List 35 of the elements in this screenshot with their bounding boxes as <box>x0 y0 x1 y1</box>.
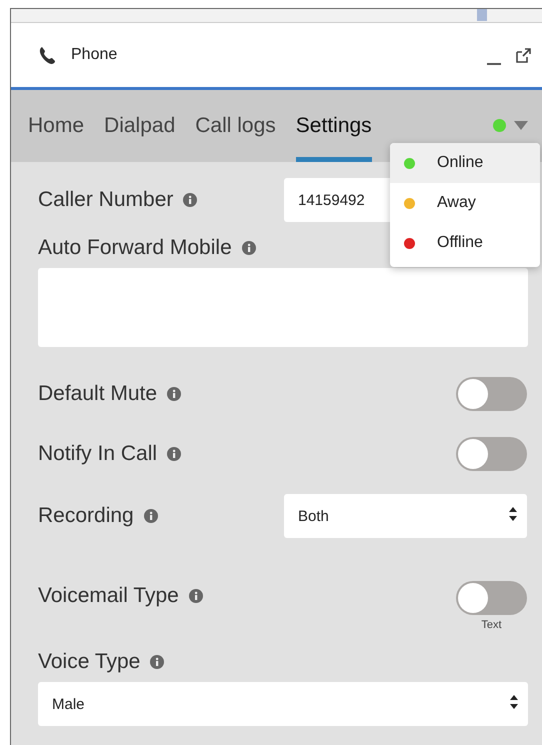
phone-icon <box>39 46 57 64</box>
setting-label: Caller Number <box>38 188 174 212</box>
select-field[interactable]: Male <box>38 682 528 726</box>
status-option[interactable]: Offline <box>390 223 540 263</box>
setting-label: Recording <box>38 504 134 528</box>
info-icon <box>167 447 182 461</box>
select-arrows-icon <box>510 695 518 709</box>
nav-tab[interactable]: Settings <box>296 90 372 162</box>
select-arrows-icon <box>509 507 517 521</box>
info-icon <box>144 509 158 523</box>
setting-label: Voicemail Type <box>38 584 179 608</box>
status-option[interactable]: Away <box>390 183 540 223</box>
status-option[interactable]: Online <box>390 143 540 183</box>
setting-label: Notify In Call <box>38 442 158 466</box>
window-handle[interactable] <box>477 9 487 21</box>
caret-icon <box>514 121 528 130</box>
popout-icon <box>515 47 531 63</box>
setting-label: Default Mute <box>38 382 158 406</box>
nav-tab[interactable]: Dialpad <box>104 90 176 162</box>
toggle-switch[interactable] <box>456 377 527 411</box>
setting-label: Auto Forward Mobile <box>38 236 232 260</box>
toggle-caption: Text <box>481 619 502 631</box>
nav-tab[interactable]: Home <box>28 90 84 162</box>
info-icon <box>183 193 198 207</box>
info-icon <box>242 241 256 255</box>
info-icon <box>188 589 203 603</box>
info-icon <box>150 655 164 669</box>
toggle-switch[interactable] <box>456 437 527 471</box>
info-icon <box>167 387 182 401</box>
window-title: Phone <box>71 46 118 64</box>
select-field[interactable]: Both <box>284 494 527 538</box>
toggle-switch[interactable] <box>456 581 527 615</box>
minimize-icon <box>487 63 501 65</box>
setting-label: Voice Type <box>38 650 140 674</box>
nav-tab[interactable]: Call logs <box>195 90 276 162</box>
